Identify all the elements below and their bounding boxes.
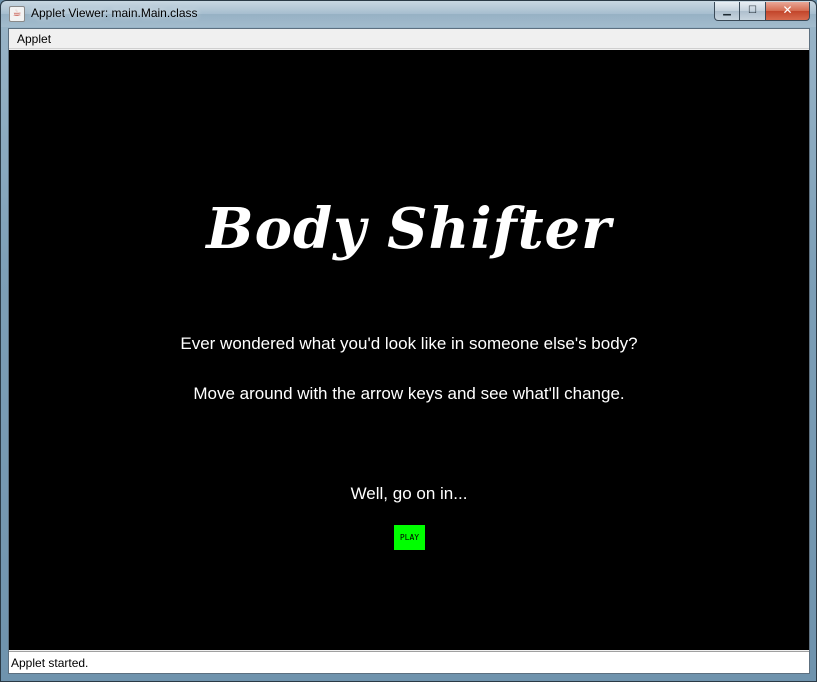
close-button[interactable]: ✕ bbox=[766, 2, 810, 21]
menu-bar: Applet bbox=[9, 29, 809, 49]
window-title: Applet Viewer: main.Main.class bbox=[31, 6, 198, 20]
status-bar: Applet started. bbox=[9, 651, 809, 673]
java-cup-icon[interactable]: ☕ bbox=[9, 6, 25, 22]
client-area: Applet Body Shifter Ever wondered what y… bbox=[8, 28, 810, 674]
intro-line-3: Well, go on in... bbox=[350, 484, 468, 503]
play-button[interactable]: PLAY bbox=[394, 525, 425, 550]
maximize-button[interactable]: ☐ bbox=[740, 2, 766, 21]
intro-line-2: Move around with the arrow keys and see … bbox=[193, 384, 625, 403]
game-title: Body Shifter bbox=[206, 196, 612, 262]
intro-line-1: Ever wondered what you'd look like in so… bbox=[180, 334, 638, 353]
menu-applet[interactable]: Applet bbox=[12, 31, 56, 47]
minimize-button[interactable]: ▁ bbox=[714, 2, 740, 21]
applet-canvas[interactable]: Body Shifter Ever wondered what you'd lo… bbox=[9, 50, 809, 650]
window-controls: ▁ ☐ ✕ bbox=[714, 2, 810, 21]
title-bar[interactable]: ☕ Applet Viewer: main.Main.class ▁ ☐ ✕ bbox=[1, 1, 816, 27]
applet-viewer-window: ☕ Applet Viewer: main.Main.class ▁ ☐ ✕ A… bbox=[0, 0, 817, 682]
status-text: Applet started. bbox=[11, 656, 89, 670]
